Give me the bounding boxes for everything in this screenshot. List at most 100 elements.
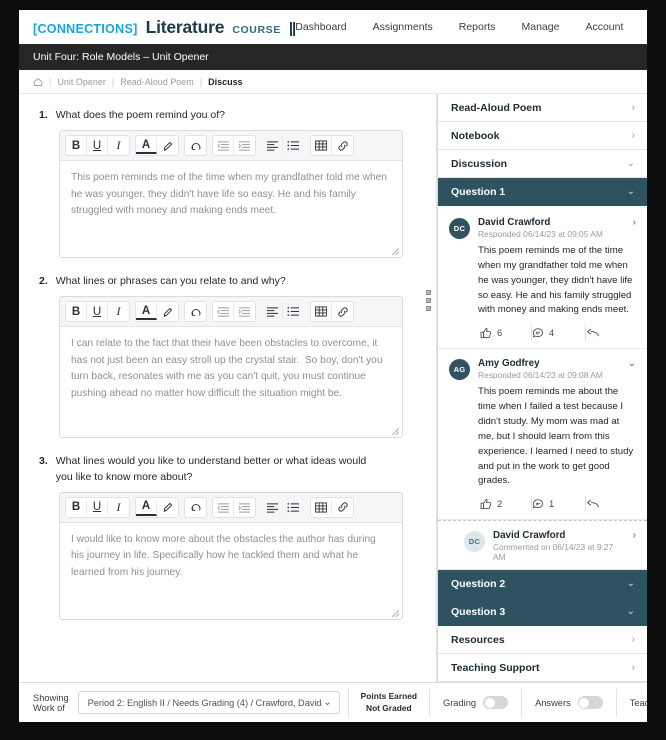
sidebar-item-question-3[interactable]: Question 3 ⌄ [438,598,647,626]
toolbar-group-undo [184,135,207,157]
post-timestamp: Commented on 06/14/23 at 9:27 AM [493,542,614,563]
reply-button[interactable] [586,496,640,511]
post-header: DC David Crawford Responded 06/14/23 at … [449,217,636,239]
text-color-icon[interactable]: A [136,303,157,321]
nav-item-reports[interactable]: Reports [459,21,496,33]
link-icon[interactable] [332,136,353,155]
reply-button[interactable] [586,325,640,340]
breadcrumb-item-unit-opener[interactable]: Unit Opener [57,77,106,87]
answer-textarea-2[interactable] [60,327,402,424]
comment-count: 1 [549,498,555,510]
answer-textarea-3[interactable] [60,522,402,605]
discussion-post: DC David Crawford Responded 06/14/23 at … [438,208,647,350]
post-actions: 2 1 [478,496,636,512]
breadcrumb-item-read-aloud-poem[interactable]: Read-Aloud Poem [120,77,194,87]
answers-toggle-switch[interactable] [577,696,603,709]
undo-icon[interactable] [185,302,206,321]
underline-icon[interactable]: U [87,302,108,322]
bullet-list-icon[interactable] [283,498,304,517]
answer-textarea-1[interactable] [60,161,402,244]
toolbar-group-format: B U I [65,135,130,157]
post-author-name: David Crawford [493,530,566,542]
resize-handle-1[interactable] [60,248,402,258]
nav-item-account[interactable]: Account [585,21,623,33]
toolbar-group-insert [310,301,354,323]
grading-toggle-group[interactable]: Grading [430,688,523,717]
italic-icon[interactable]: I [108,498,129,517]
table-icon[interactable] [311,136,332,156]
italic-icon[interactable]: I [108,302,129,321]
like-button[interactable]: 2 [478,496,532,512]
page-title: Unit Four: Role Models – Unit Opener [33,51,209,63]
question-2-prompt: What lines or phrases can you relate to … [55,275,286,288]
grading-toggle-switch[interactable] [483,696,509,709]
bold-icon[interactable]: B [66,497,87,517]
sidebar-item-question-1[interactable]: Question 1 ⌄ [438,178,647,206]
sidebar-item-discussion[interactable]: Discussion ⌄ [438,150,647,178]
chevron-down-icon[interactable]: ⌄ [624,358,636,369]
editor-toolbar-3: B U I A [60,492,402,523]
text-color-icon[interactable]: A [136,498,157,516]
chevron-right-icon[interactable]: › [629,217,636,228]
teacher-toggle-group[interactable]: Teacher [617,689,647,717]
comment-button[interactable]: 1 [532,496,586,512]
avatar: DC [464,531,485,553]
link-icon[interactable] [332,498,353,517]
comment-count: 4 [549,327,555,339]
align-left-icon[interactable] [262,497,283,517]
outdent-icon[interactable] [213,302,234,322]
chevron-down-icon: ⌄ [626,578,635,589]
toolbar-group-align [261,135,305,156]
sidebar-item-resources[interactable]: Resources › [438,626,647,654]
resize-handle-2[interactable] [60,428,402,438]
underline-icon[interactable]: U [87,136,108,156]
table-icon[interactable] [311,302,332,322]
text-color-icon[interactable]: A [136,137,157,155]
bold-icon[interactable]: B [66,302,87,322]
answers-toggle-group[interactable]: Answers [522,688,617,717]
undo-icon[interactable] [185,136,206,155]
like-button[interactable]: 6 [478,325,532,341]
italic-icon[interactable]: I [108,136,129,155]
app-logo[interactable]: [CONNECTIONS] Literature COURSE || [33,17,296,38]
nav-item-dashboard[interactable]: Dashboard [295,21,346,33]
discussion-thread: DC David Crawford Responded 06/14/23 at … [438,206,647,570]
indent-icon[interactable] [234,302,255,321]
outdent-icon[interactable] [213,497,234,517]
sidebar-item-label: Resources [451,633,505,646]
sidebar-item-question-2[interactable]: Question 2 ⌄ [438,570,647,598]
sidebar-item-teaching-support[interactable]: Teaching Support › [438,654,647,682]
bullet-list-icon[interactable] [283,302,304,321]
answers-toggle-label: Answers [535,697,571,708]
logo-course-text: COURSE [232,23,281,36]
bold-icon[interactable]: B [66,136,87,156]
resize-handle-3[interactable] [60,609,402,619]
align-left-icon[interactable] [262,302,283,322]
sidebar-item-label: Question 1 [451,185,506,198]
nav-item-manage[interactable]: Manage [522,21,560,33]
toolbar-group-format: B U I [65,301,130,323]
chevron-down-icon: ⌄ [626,158,635,169]
comment-button[interactable]: 4 [532,325,586,341]
sidebar-item-read-aloud-poem[interactable]: Read-Aloud Poem › [438,94,647,122]
align-left-icon[interactable] [262,136,283,156]
top-navigation: Dashboard Assignments Reports Manage Acc… [295,21,637,33]
home-icon[interactable] [33,77,43,87]
link-icon[interactable] [332,302,353,321]
highlighter-icon[interactable] [157,498,178,517]
highlighter-icon[interactable] [157,136,178,155]
student-select[interactable]: Period 2: English II / Needs Grading (4)… [77,691,340,714]
undo-icon[interactable] [185,498,206,517]
underline-icon[interactable]: U [87,497,108,517]
sidebar-item-notebook[interactable]: Notebook › [438,122,647,150]
bullet-list-icon[interactable] [283,136,304,155]
table-icon[interactable] [311,497,332,517]
pane-resize-handle[interactable] [426,290,431,311]
indent-icon[interactable] [234,136,255,155]
indent-icon[interactable] [234,498,255,517]
logo-connections-text: [CONNECTIONS] [33,21,138,36]
outdent-icon[interactable] [213,136,234,156]
highlighter-icon[interactable] [157,302,178,321]
nav-item-assignments[interactable]: Assignments [373,21,433,33]
chevron-right-icon[interactable]: › [629,530,636,541]
